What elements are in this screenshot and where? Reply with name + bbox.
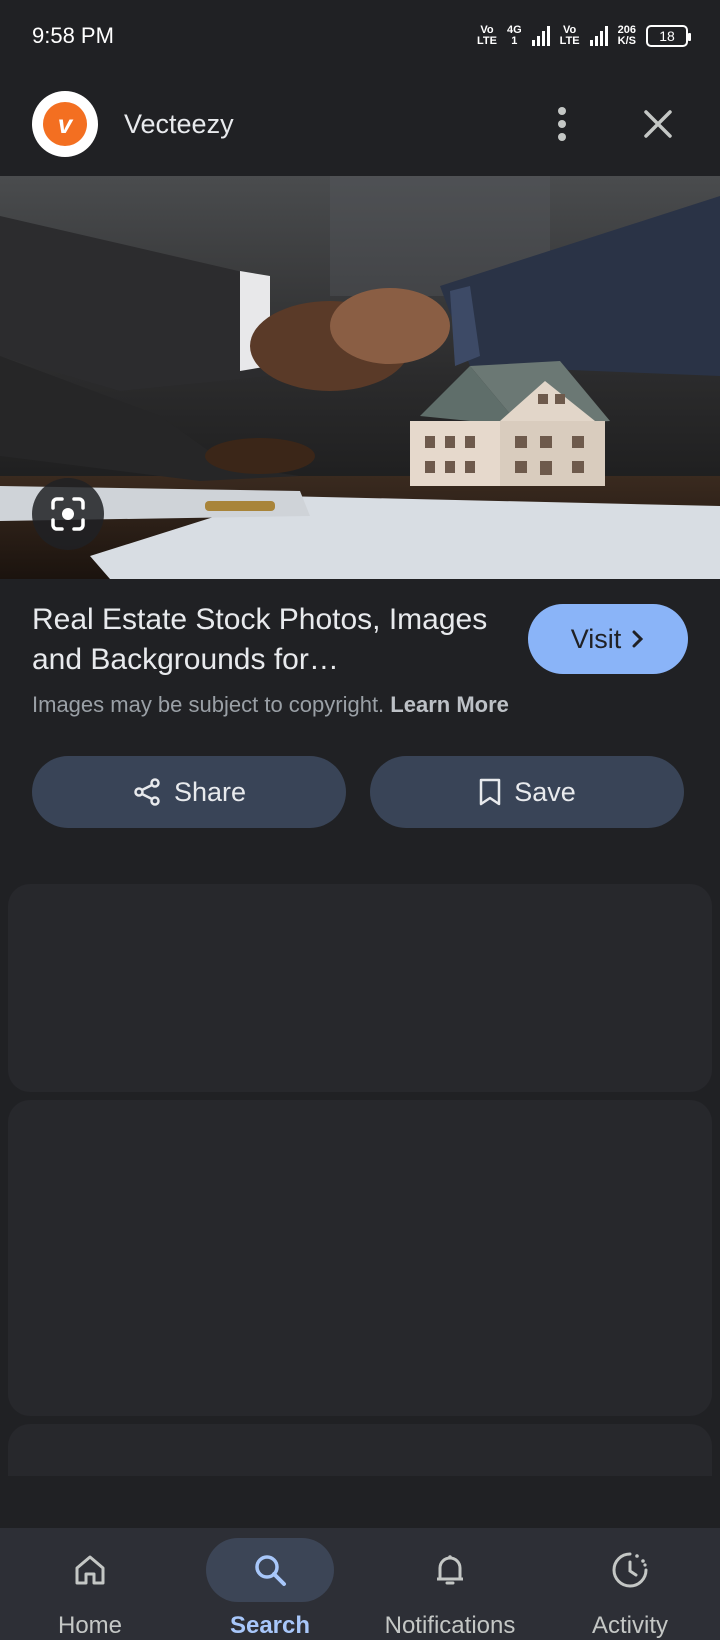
status-bar: 9:58 PM Vo LTE 4G 1 Vo LTE 206 K/S 18 <box>0 0 720 72</box>
bottom-navigation: Home Search Notifications Activity <box>0 1528 720 1640</box>
more-vert-icon <box>558 107 566 141</box>
visit-label: Visit <box>570 623 622 654</box>
nav-activity[interactable]: Activity <box>540 1528 720 1640</box>
lens-icon <box>51 497 85 531</box>
loading-card <box>8 884 712 1092</box>
nav-search-label: Search <box>229 1612 311 1639</box>
loading-card <box>8 1100 712 1416</box>
nav-home[interactable]: Home <box>0 1528 180 1640</box>
nav-notifications-label: Notifications <box>384 1612 516 1639</box>
nav-home-label: Home <box>57 1612 123 1639</box>
result-header: v Vecteezy <box>0 86 720 162</box>
status-icons: Vo LTE 4G 1 Vo LTE 206 K/S 18 <box>477 24 691 47</box>
volte-indicator-2: Vo LTE <box>559 24 580 47</box>
google-lens-button[interactable] <box>32 478 104 550</box>
home-icon <box>75 1555 105 1585</box>
copyright-text: Images may be subject to copyright. <box>32 692 385 717</box>
chevron-right-icon <box>632 630 644 648</box>
handshake-house-image <box>0 176 720 579</box>
bell-icon <box>437 1555 463 1585</box>
loading-card <box>8 1424 712 1476</box>
signal-strength-icon <box>531 26 550 46</box>
network-speed: 206 K/S <box>617 24 636 47</box>
result-title-area: Real Estate Stock Photos, Images and Bac… <box>32 600 532 680</box>
share-label: Share <box>173 776 247 807</box>
close-icon <box>644 110 672 138</box>
vecteezy-logo-icon: v <box>43 102 87 146</box>
save-label: Save <box>514 776 576 807</box>
battery-level: 18 <box>659 28 675 44</box>
close-button[interactable] <box>628 94 688 154</box>
result-title[interactable]: Real Estate Stock Photos, Images and Bac… <box>32 600 532 680</box>
share-icon <box>134 778 160 806</box>
signal-strength-icon-2 <box>589 26 608 46</box>
copyright-notice: Images may be subject to copyright. Lear… <box>32 692 509 718</box>
status-time: 9:58 PM <box>32 23 114 48</box>
more-options-button[interactable] <box>532 94 592 154</box>
nav-activity-label: Activity <box>591 1612 668 1639</box>
site-logo[interactable]: v <box>32 91 98 157</box>
bookmark-icon <box>479 778 501 806</box>
nav-notifications[interactable]: Notifications <box>360 1528 540 1640</box>
save-button[interactable]: Save <box>370 756 684 828</box>
search-icon <box>255 1555 286 1586</box>
visit-button[interactable]: Visit <box>528 604 688 674</box>
learn-more-link[interactable]: Learn More <box>390 692 509 717</box>
share-button[interactable]: Share <box>32 756 346 828</box>
activity-icon <box>612 1552 648 1588</box>
volte-indicator: Vo LTE <box>477 24 497 47</box>
battery-icon: 18 <box>646 25 691 47</box>
result-image[interactable] <box>0 176 720 579</box>
network-type-indicator: 4G 1 <box>506 24 522 47</box>
nav-search[interactable]: Search <box>180 1528 360 1640</box>
site-name[interactable]: Vecteezy <box>124 109 532 140</box>
